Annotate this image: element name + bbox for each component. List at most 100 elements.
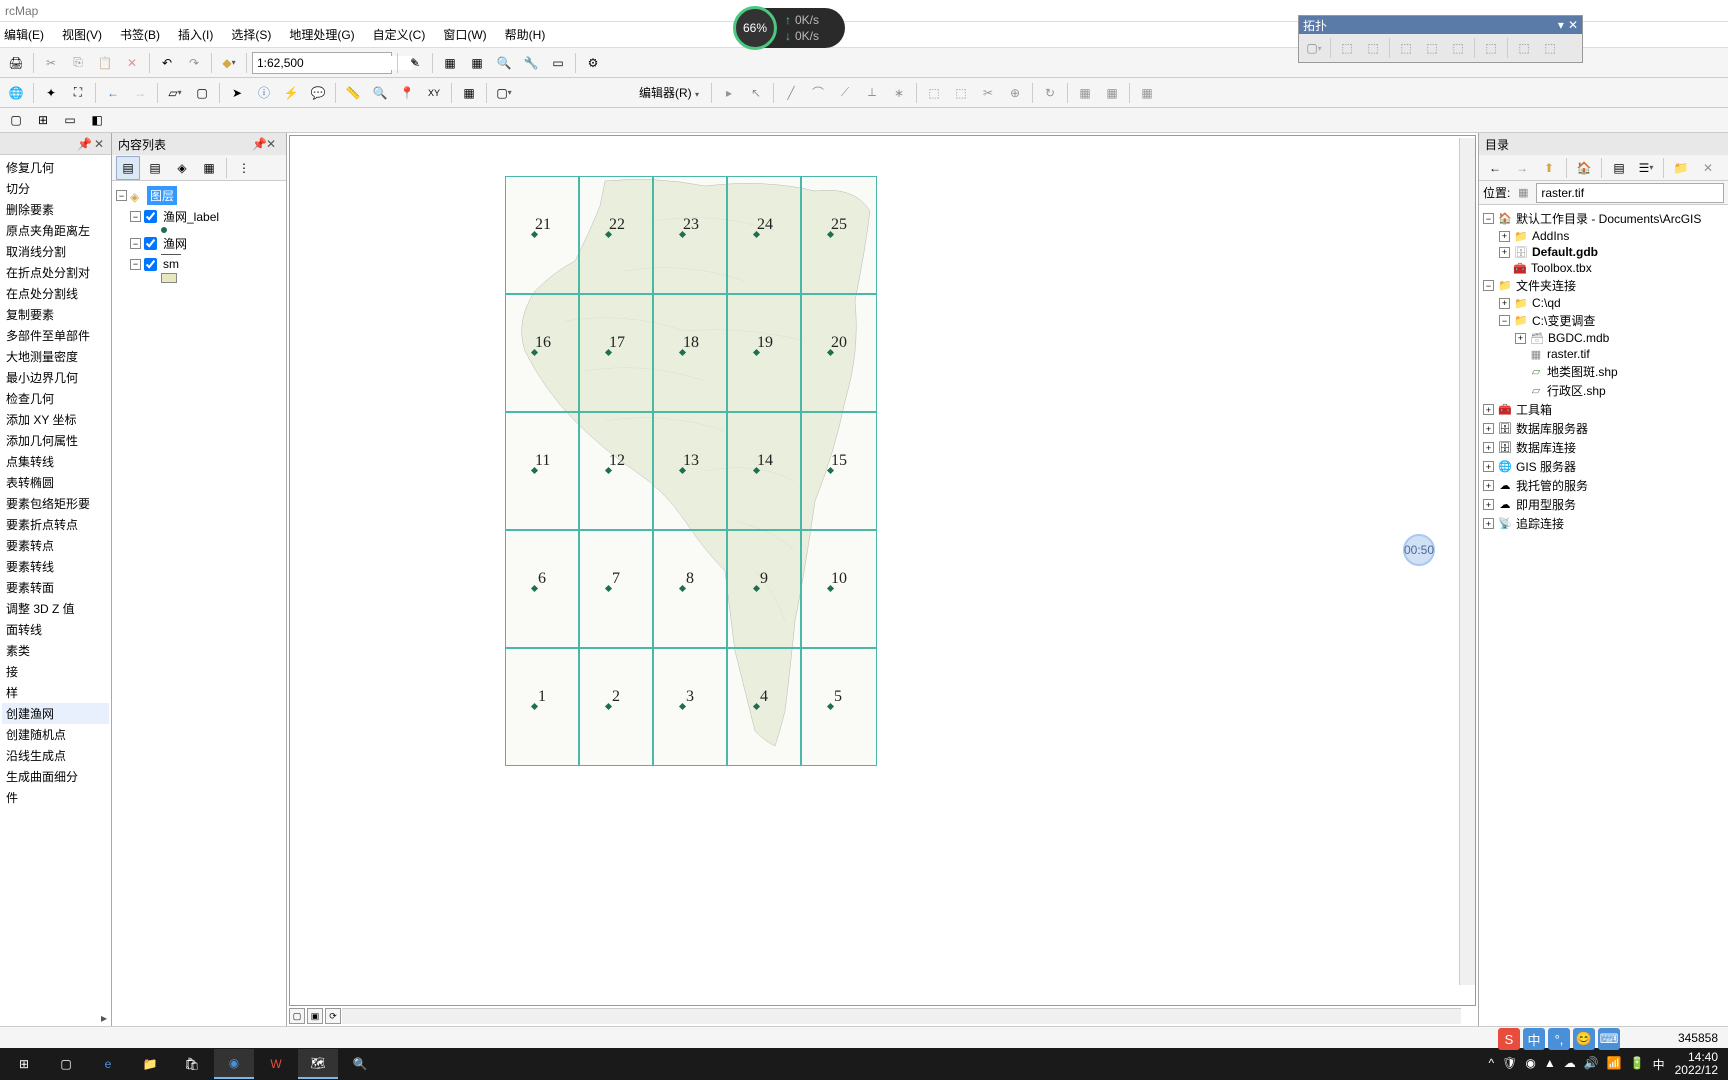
time-slider-icon[interactable]: ▦ (457, 81, 481, 105)
collapse-icon[interactable]: − (130, 259, 141, 270)
tool-item[interactable]: 点集转线 (2, 451, 109, 472)
catalog-tree[interactable]: − 🏠 默认工作目录 - Documents\ArcGIS + 📁 AddIns… (1479, 205, 1728, 1026)
cat-node[interactable]: 🧰 Toolbox.tbx (1483, 260, 1724, 276)
hyperlink-icon[interactable]: ⚡ (279, 81, 303, 105)
find-route-icon[interactable]: 📍 (395, 81, 419, 105)
create-viewer-icon[interactable]: ▢▾ (492, 81, 516, 105)
tool-item[interactable]: 样 (2, 682, 109, 703)
copy-icon[interactable]: ⎘ (66, 51, 90, 75)
layout-view1-icon[interactable]: ▢ (4, 108, 28, 132)
arctoolbox-icon[interactable]: 🔧 (519, 51, 543, 75)
cat-node[interactable]: + ☁ 我托管的服务 (1483, 476, 1724, 495)
expand-icon[interactable]: + (1499, 231, 1510, 242)
layer-visibility-checkbox[interactable] (144, 237, 157, 250)
expand-icon[interactable]: + (1483, 499, 1494, 510)
layer-visibility-checkbox[interactable] (144, 210, 157, 223)
expand-icon[interactable]: + (1483, 461, 1494, 472)
layer-label[interactable]: sm (160, 256, 182, 272)
tool-item-create-fishnet[interactable]: 创建渔网 (2, 703, 109, 724)
goto-xy-icon[interactable]: XY (422, 81, 446, 105)
cat-label[interactable]: Default.gdb (1532, 245, 1598, 259)
cat-node[interactable]: ▱ 行政区.shp (1483, 381, 1724, 400)
html-popup-icon[interactable]: 💬 (306, 81, 330, 105)
tool-item[interactable]: 件 (2, 787, 109, 808)
store-icon[interactable]: 🛍 (172, 1049, 212, 1079)
topology-tool-icon[interactable]: ⬚ (1361, 36, 1385, 60)
cat-label[interactable]: 行政区.shp (1547, 382, 1606, 399)
arc-segment-icon[interactable]: ⌒ (806, 81, 830, 105)
cat-node[interactable]: + 🧰 工具箱 (1483, 400, 1724, 419)
lang-icon[interactable]: 中 (1653, 1056, 1665, 1073)
find-icon[interactable]: 🔍 (368, 81, 392, 105)
collapse-icon[interactable]: − (116, 190, 127, 201)
expand-icon[interactable]: + (1483, 423, 1494, 434)
close-icon[interactable]: ✕ (266, 137, 280, 151)
tool-item[interactable]: 要素转线 (2, 556, 109, 577)
sogou-icon[interactable]: S (1498, 1028, 1520, 1050)
straight-segment-icon[interactable]: ╱ (779, 81, 803, 105)
pin-icon[interactable]: 📌 (77, 137, 91, 151)
editor-toolbar-icon[interactable]: ✎ (403, 51, 427, 75)
tool-item[interactable]: 取消线分割 (2, 241, 109, 262)
pointer-icon[interactable]: ➤ (225, 81, 249, 105)
clear-selection-icon[interactable]: ▢ (190, 81, 214, 105)
sketch-properties-icon[interactable]: ▦ (1100, 81, 1124, 105)
topology-tool-icon[interactable]: ⬚ (1446, 36, 1470, 60)
topology-tool-icon[interactable]: ⬚ (1512, 36, 1536, 60)
cat-label[interactable]: 即用型服务 (1516, 496, 1576, 513)
edit-vertices-icon[interactable]: ⬚ (922, 81, 946, 105)
cat-label[interactable]: 追踪连接 (1516, 515, 1564, 532)
cat-node[interactable]: − 🏠 默认工作目录 - Documents\ArcGIS (1483, 209, 1724, 228)
tool-item[interactable]: 在折点处分割对 (2, 262, 109, 283)
identify-icon[interactable]: ⓘ (252, 81, 276, 105)
topology-titlebar[interactable]: 拓扑 ▾ ✕ (1299, 16, 1582, 34)
list-by-drawing-icon[interactable]: ▤ (116, 156, 140, 180)
cat-node[interactable]: − 📁 C:\变更调查 (1483, 311, 1724, 330)
tool-item[interactable]: 删除要素 (2, 199, 109, 220)
tool-item[interactable]: 接 (2, 661, 109, 682)
tool-item[interactable]: 添加几何属性 (2, 430, 109, 451)
shield-icon[interactable]: 🛡 (1502, 1056, 1517, 1073)
topology-select-icon[interactable]: ▢▾ (1302, 36, 1326, 60)
layer-label[interactable]: 渔网_label (160, 207, 222, 226)
tool-item[interactable]: 要素包络矩形要 (2, 493, 109, 514)
reshape-icon[interactable]: ⬚ (949, 81, 973, 105)
tray-icon[interactable]: ▲ (1544, 1056, 1556, 1073)
cat-node[interactable]: + 🗃 BGDC.mdb (1483, 330, 1724, 346)
cat-label[interactable]: 默认工作目录 - Documents\ArcGIS (1516, 210, 1701, 227)
edit-annotation-icon[interactable]: ↖ (744, 81, 768, 105)
layout-view-icon[interactable]: ▣ (307, 1008, 323, 1024)
globe-icon[interactable]: 🌐 (4, 81, 28, 105)
cat-node[interactable]: + 🗄 数据库连接 (1483, 438, 1724, 457)
fixed-zoom-icon[interactable]: ⛶ (66, 81, 90, 105)
undo-icon[interactable]: ↶ (155, 51, 179, 75)
tree-layer[interactable]: − 渔网_label (116, 206, 282, 227)
scroll-right-icon[interactable]: ▸ (0, 1011, 111, 1026)
tool-item[interactable]: 添加 XY 坐标 (2, 409, 109, 430)
tray-icon[interactable]: ◉ (1525, 1056, 1535, 1073)
speed-widget[interactable]: 66% ↑0K/s ↓0K/s (735, 8, 845, 48)
ime-punct-icon[interactable]: °, (1548, 1028, 1570, 1050)
layer-visibility-checkbox[interactable] (144, 258, 157, 271)
tool-item[interactable]: 素类 (2, 640, 109, 661)
cat-node[interactable]: + 📁 C:\qd (1483, 295, 1724, 311)
volume-icon[interactable]: 🔊 (1584, 1056, 1599, 1073)
modelbuilder-icon[interactable]: ⚙ (581, 51, 605, 75)
right-angle-icon[interactable]: ⟂ (860, 81, 884, 105)
menu-selection[interactable]: 选择(S) (231, 26, 271, 43)
clock[interactable]: 14:40 2022/12 (1675, 1051, 1718, 1077)
toc-tree[interactable]: − ◈ 图层 − 渔网_label − 渔网 − sm (112, 181, 286, 1026)
back-icon[interactable]: ← (101, 81, 125, 105)
ime-bar[interactable]: S 中 °, 😊 ⌨ (1498, 1028, 1620, 1050)
expand-icon[interactable]: + (1483, 404, 1494, 415)
menu-bookmarks[interactable]: 书签(B) (120, 26, 160, 43)
create-features-icon[interactable]: ▦ (1135, 81, 1159, 105)
view-mode-icon[interactable]: ☰▾ (1634, 156, 1658, 180)
collapse-icon[interactable]: − (1483, 213, 1494, 224)
tool-item[interactable]: 大地测量密度 (2, 346, 109, 367)
forward-icon[interactable]: → (128, 81, 152, 105)
cat-node[interactable]: + ☁ 即用型服务 (1483, 495, 1724, 514)
cut-icon[interactable]: ✂ (39, 51, 63, 75)
python-icon[interactable]: ▭ (546, 51, 570, 75)
tool-item[interactable]: 最小边界几何 (2, 367, 109, 388)
